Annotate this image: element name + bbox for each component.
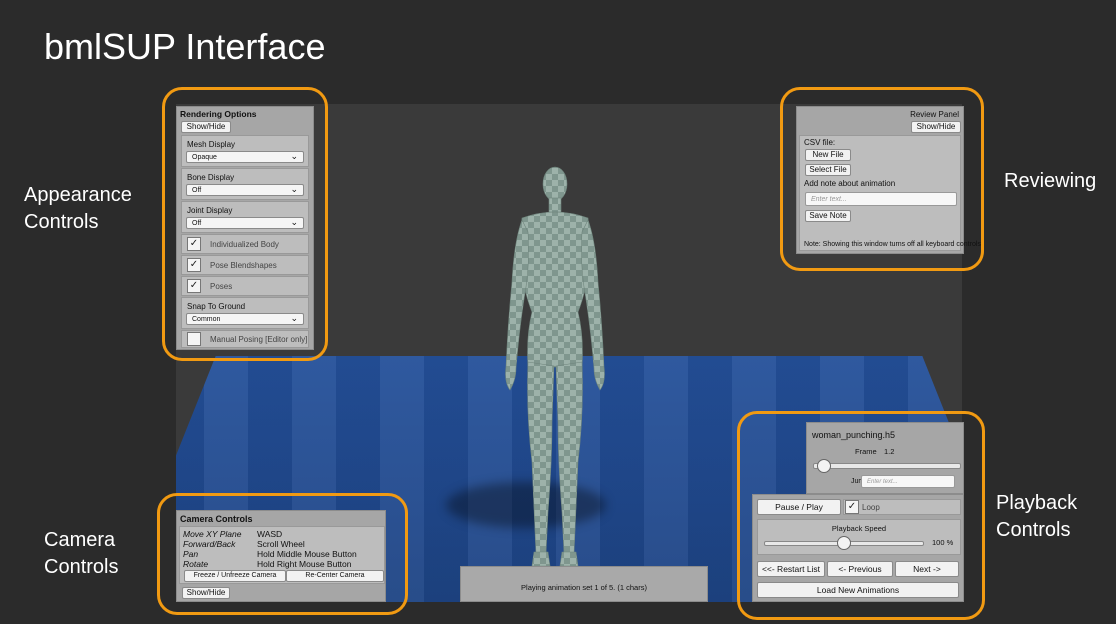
label-line: Controls bbox=[24, 211, 99, 233]
speed-slider-track[interactable] bbox=[764, 536, 924, 550]
pose-blendshapes-toggle[interactable]: ✓ Pose Blendshapes bbox=[181, 255, 309, 275]
review-content: CSV file: New File Select File Add note … bbox=[799, 135, 981, 251]
playback-control-panel: Pause / Play ✓ Loop Playback Speed 100 %… bbox=[752, 494, 964, 602]
select-file-button[interactable]: Select File bbox=[805, 164, 851, 176]
bone-display-value: Off bbox=[192, 187, 202, 194]
frame-label: Frame bbox=[855, 447, 877, 456]
camera-key: Hold Right Mouse Button bbox=[257, 559, 352, 569]
save-note-button[interactable]: Save Note bbox=[805, 210, 851, 222]
joint-display-label: Joint Display bbox=[187, 206, 233, 215]
snap-to-ground-label: Snap To Ground bbox=[187, 302, 246, 311]
load-new-animations-button[interactable]: Load New Animations bbox=[757, 582, 959, 598]
chevron-down-icon: ⌄ bbox=[290, 184, 298, 194]
camera-action: Pan bbox=[183, 549, 199, 559]
appearance-controls-label: Appearance Controls bbox=[24, 182, 132, 236]
label-line: Camera bbox=[44, 529, 116, 551]
loop-label: Loop bbox=[862, 503, 880, 512]
chevron-down-icon: ⌄ bbox=[290, 151, 298, 161]
status-text: Playing animation set 1 of 5. (1 chars) bbox=[521, 583, 647, 592]
rendering-show-hide-button[interactable]: Show/Hide bbox=[181, 121, 231, 133]
animation-filename: woman_punching.h5 bbox=[812, 430, 896, 440]
individualized-body-checkbox[interactable]: ✓ bbox=[187, 237, 201, 251]
chevron-down-icon: ⌄ bbox=[290, 313, 298, 323]
label-line: Appearance bbox=[24, 184, 132, 206]
camera-show-hide-button[interactable]: Show/Hide bbox=[182, 587, 230, 599]
joint-display-section: Joint Display Off ⌄ bbox=[181, 201, 309, 233]
previous-button[interactable]: <- Previous bbox=[827, 561, 893, 577]
slide-title: bmlSUP Interface bbox=[44, 26, 326, 67]
label-line: Playback bbox=[996, 492, 1078, 514]
add-note-label: Add note about animation bbox=[804, 179, 896, 188]
manual-posing-toggle[interactable]: Manual Posing [Editor only] bbox=[181, 330, 309, 348]
camera-key: Scroll Wheel bbox=[257, 539, 305, 549]
bone-display-section: Bone Display Off ⌄ bbox=[181, 168, 309, 200]
camera-controls-label: Camera Controls bbox=[44, 527, 118, 581]
playback-speed-section: Playback Speed 100 % bbox=[757, 519, 961, 555]
loop-toggle[interactable]: ✓ Loop bbox=[843, 499, 961, 515]
individualized-body-label: Individualized Body bbox=[210, 240, 279, 249]
individualized-body-toggle[interactable]: ✓ Individualized Body bbox=[181, 234, 309, 254]
review-panel-title: Review Panel bbox=[910, 110, 959, 119]
speed-slider-thumb[interactable] bbox=[837, 536, 851, 550]
playback-speed-label: Playback Speed bbox=[831, 524, 887, 533]
rendering-options-panel: Rendering Options Show/Hide Mesh Display… bbox=[176, 106, 314, 350]
status-box: Playing animation set 1 of 5. (1 chars) bbox=[460, 566, 708, 602]
label-line: Controls bbox=[996, 519, 1071, 541]
bone-display-label: Bone Display bbox=[187, 173, 235, 182]
camera-key: WASD bbox=[257, 529, 283, 539]
camera-controls-panel: Camera Controls Move XY Plane WASD Forwa… bbox=[176, 510, 386, 602]
playback-info-panel: woman_punching.h5 Frame 1.2 Jump To: Ent… bbox=[806, 422, 964, 494]
frame-slider-track[interactable] bbox=[813, 459, 961, 473]
mesh-display-value: Opaque bbox=[192, 154, 217, 161]
playback-controls-label: Playback Controls bbox=[996, 490, 1077, 544]
manual-posing-label: Manual Posing [Editor only] bbox=[210, 335, 308, 344]
freeze-camera-button[interactable]: Freeze / Unfreeze Camera bbox=[184, 570, 286, 582]
csv-file-label: CSV file: bbox=[804, 138, 836, 147]
snap-to-ground-dropdown[interactable]: Common ⌄ bbox=[186, 313, 304, 325]
next-button[interactable]: Next -> bbox=[895, 561, 959, 577]
chevron-down-icon: ⌄ bbox=[290, 217, 298, 227]
reviewing-label: Reviewing bbox=[1004, 170, 1097, 192]
pause-play-button[interactable]: Pause / Play bbox=[757, 499, 841, 515]
camera-action: Rotate bbox=[183, 559, 209, 569]
camera-controls-title: Camera Controls bbox=[180, 514, 253, 524]
loop-checkbox[interactable]: ✓ bbox=[845, 500, 859, 514]
camera-controls-list: Move XY Plane WASD Forward/Back Scroll W… bbox=[179, 526, 385, 584]
new-file-button[interactable]: New File bbox=[805, 149, 851, 161]
joint-display-dropdown[interactable]: Off ⌄ bbox=[186, 217, 304, 229]
rendering-options-title: Rendering Options bbox=[180, 109, 257, 119]
review-panel: Review Panel Show/Hide CSV file: New Fil… bbox=[796, 106, 981, 254]
camera-action: Forward/Back bbox=[183, 539, 236, 549]
poses-toggle[interactable]: ✓ Poses bbox=[181, 276, 309, 296]
pose-blendshapes-checkbox[interactable]: ✓ bbox=[187, 258, 201, 272]
note-input[interactable]: Enter text... bbox=[805, 192, 957, 206]
recenter-camera-button[interactable]: Re-Center Camera bbox=[286, 570, 384, 582]
frame-slider-thumb[interactable] bbox=[817, 459, 831, 473]
camera-action: Move XY Plane bbox=[183, 529, 242, 539]
camera-key: Hold Middle Mouse Button bbox=[257, 549, 357, 559]
human-figure bbox=[505, 166, 605, 567]
mesh-display-dropdown[interactable]: Opaque ⌄ bbox=[186, 151, 304, 163]
joint-display-value: Off bbox=[192, 220, 202, 227]
manual-posing-checkbox[interactable] bbox=[187, 332, 201, 346]
mesh-display-label: Mesh Display bbox=[187, 140, 236, 149]
poses-checkbox[interactable]: ✓ bbox=[187, 279, 201, 293]
snap-to-ground-value: Common bbox=[192, 316, 221, 323]
label-line: Controls bbox=[44, 556, 119, 578]
review-footer-note: Note: Showing this window turns off all … bbox=[804, 241, 981, 248]
poses-label: Poses bbox=[210, 282, 233, 291]
restart-list-button[interactable]: <<- Restart List bbox=[757, 561, 825, 577]
jump-to-input[interactable]: Enter text... bbox=[861, 475, 955, 488]
bone-display-dropdown[interactable]: Off ⌄ bbox=[186, 184, 304, 196]
playback-speed-value: 100 % bbox=[932, 538, 954, 547]
review-show-hide-button[interactable]: Show/Hide bbox=[911, 121, 961, 133]
frame-value: 1.2 bbox=[884, 447, 895, 456]
mesh-display-section: Mesh Display Opaque ⌄ bbox=[181, 135, 309, 167]
pose-blendshapes-label: Pose Blendshapes bbox=[210, 261, 277, 270]
snap-to-ground-section: Snap To Ground Common ⌄ bbox=[181, 297, 309, 329]
